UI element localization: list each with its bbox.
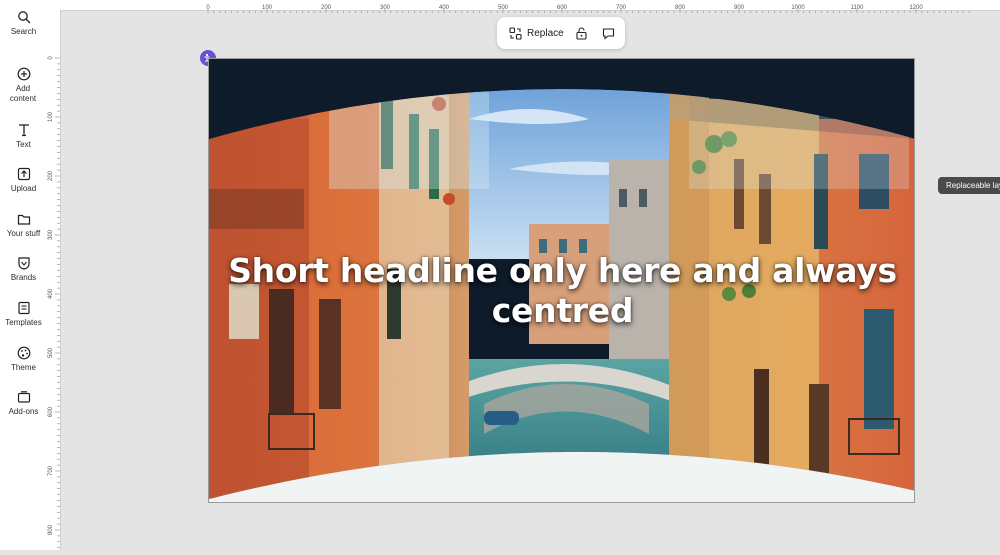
sidebar-item-label: Text — [16, 140, 31, 149]
ruler-top-label: 600 — [557, 5, 568, 11]
brand-shield-icon — [17, 257, 30, 270]
unlock-button[interactable] — [575, 17, 588, 49]
ruler-top-label: 700 — [616, 5, 627, 11]
left-toolbar: Search Add content Text Upload Your stuf… — [0, 0, 48, 550]
templates-icon — [17, 301, 30, 315]
ruler-top-label: 1000 — [791, 5, 805, 11]
sidebar-item-your-stuff[interactable]: Your stuff — [0, 212, 47, 239]
ruler-top-label: 100 — [262, 5, 273, 11]
palette-icon — [17, 346, 30, 360]
ruler-top-label: 300 — [380, 5, 391, 11]
sidebar-item-label: Brands — [10, 273, 37, 282]
ruler-left-label: 800 — [48, 524, 54, 535]
ruler-top-label: 0 — [206, 5, 210, 11]
ruler-left-label: 400 — [48, 288, 54, 299]
search-icon — [17, 11, 30, 24]
sidebar-item-label: Your stuff — [6, 229, 41, 238]
sidebar-item-add-content[interactable]: Add content — [0, 67, 47, 104]
unlock-icon — [576, 26, 587, 40]
sidebar-item-label: Search — [10, 27, 37, 36]
ruler-top-label: 1200 — [909, 5, 923, 11]
ruler-left-label: 500 — [48, 347, 54, 358]
ruler-top: 0 100 200 300 400 500 600 700 800 900 1000 1100 1200 — [61, 0, 1000, 13]
ruler-top-label: 900 — [734, 5, 745, 11]
comment-icon — [602, 27, 615, 40]
headline-text[interactable]: Short headline only here and always cent… — [209, 251, 914, 331]
ruler-corner — [47, 0, 61, 10]
replace-button[interactable]: Replace — [509, 17, 564, 49]
ruler-left-label: 0 — [48, 56, 54, 60]
ruler-left-label: 200 — [48, 170, 54, 181]
sidebar-item-label: Add-ons — [8, 407, 39, 416]
ruler-left: 0 100 200 300 400 500 600 700 800 — [47, 10, 61, 550]
ruler-top-ticks: 0 100 200 300 400 500 600 700 800 900 1000 1100 1200 — [206, 5, 970, 13]
text-icon — [18, 124, 29, 137]
ruler-top-label: 1100 — [851, 5, 865, 11]
comment-button[interactable] — [602, 17, 615, 49]
ruler-left-label: 700 — [48, 465, 54, 476]
sidebar-item-search[interactable]: Search — [0, 10, 47, 37]
ruler-top-label: 400 — [439, 5, 450, 11]
ruler-top-label: 200 — [321, 5, 332, 11]
sidebar-item-text[interactable]: Text — [0, 123, 47, 150]
replaceable-layer-tooltip: Replaceable layer — [938, 177, 1000, 194]
sidebar-item-label: Upload — [10, 184, 37, 193]
sidebar-item-upload[interactable]: Upload — [0, 167, 47, 194]
addons-icon — [17, 391, 30, 403]
replace-label: Replace — [527, 27, 564, 39]
ruler-top-label: 800 — [675, 5, 686, 11]
sidebar-item-label: Theme — [11, 363, 36, 372]
sidebar-item-brands[interactable]: Brands — [0, 256, 47, 283]
ruler-left-label: 600 — [48, 406, 54, 417]
upload-icon — [17, 167, 30, 181]
sidebar-item-label: Add content — [9, 84, 37, 103]
sidebar-item-theme[interactable]: Theme — [0, 346, 47, 373]
ruler-left-label: 300 — [48, 229, 54, 240]
canvas-artboard[interactable]: Short headline only here and always cent… — [208, 58, 915, 503]
element-toolbar: Replace — [497, 17, 625, 49]
ruler-top-label: 500 — [498, 5, 509, 11]
sidebar-item-templates[interactable]: Templates — [0, 301, 47, 328]
sidebar-item-label: Templates — [5, 318, 42, 327]
ruler-left-ticks: 0 100 200 300 400 500 600 700 800 — [48, 56, 60, 549]
add-circle-icon — [17, 67, 30, 81]
replace-icon — [509, 26, 522, 40]
folder-icon — [17, 214, 30, 225]
ruler-left-label: 100 — [48, 111, 54, 122]
sidebar-item-add-ons[interactable]: Add-ons — [0, 390, 47, 417]
